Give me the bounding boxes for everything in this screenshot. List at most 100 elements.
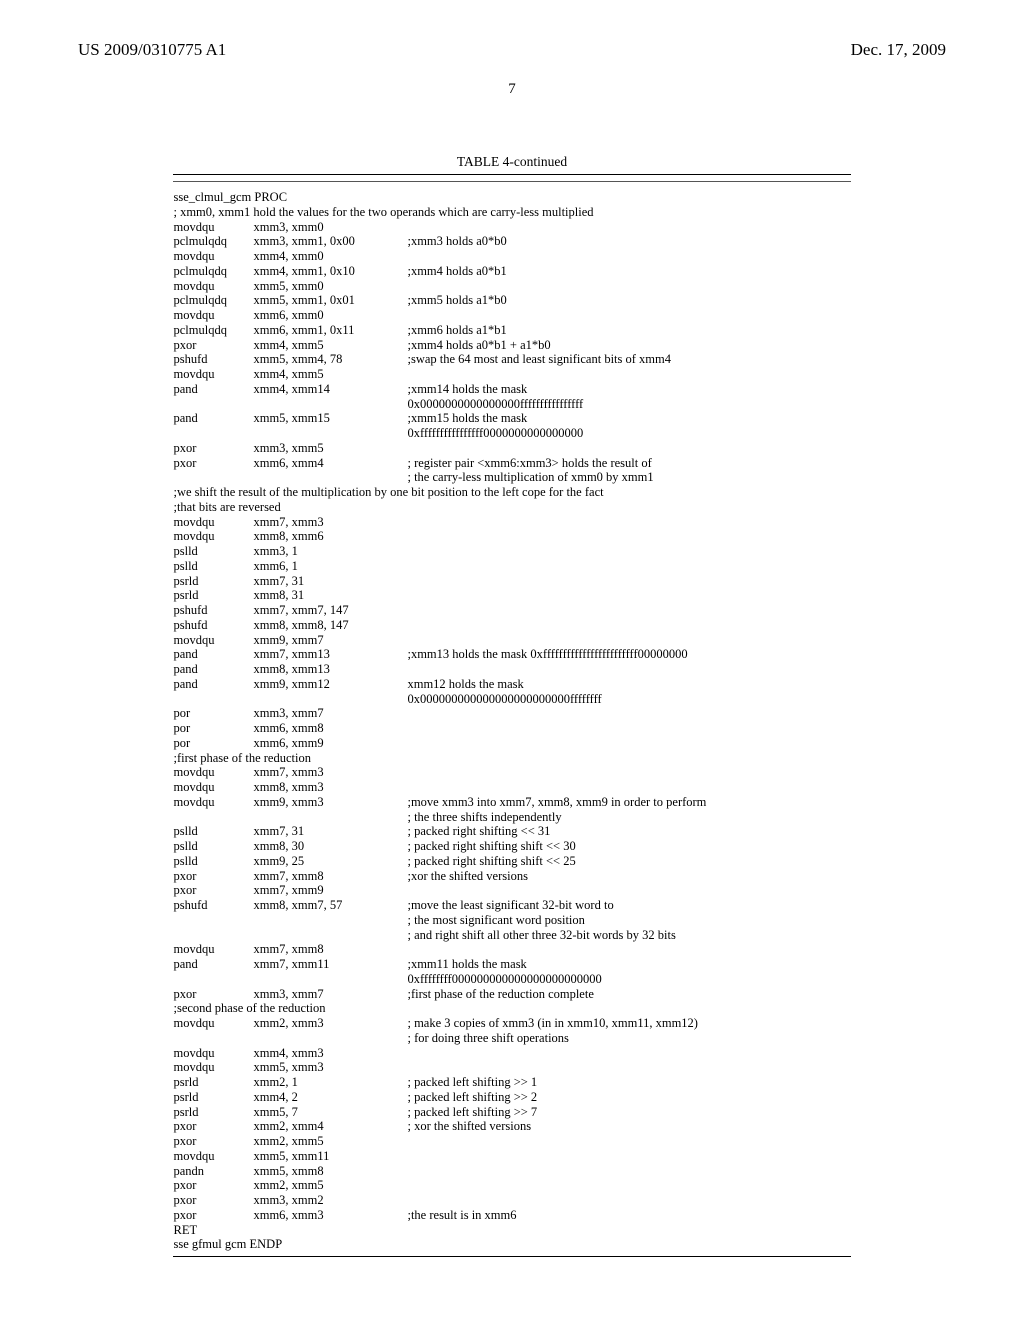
code-row: 0x000000000000000000000000ffffffff: [173, 692, 850, 707]
code-comment: xmm12 holds the mask: [407, 677, 850, 692]
code-row: movdquxmm6, xmm0: [173, 308, 850, 323]
code-row: movdquxmm5, xmm3: [173, 1060, 850, 1075]
code-comment: [407, 1193, 850, 1208]
code-operands: xmm3, xmm0: [253, 220, 407, 235]
code-comment: ; the carry-less multiplication of xmm0 …: [407, 470, 850, 485]
code-row: ;that bits are reversed: [173, 500, 850, 515]
code-comment: ; packed right shifting shift << 30: [407, 839, 850, 854]
code-row: psrldxmm7, 31: [173, 574, 850, 589]
code-comment: [407, 308, 850, 323]
code-row: pxorxmm6, xmm3;the result is in xmm6: [173, 1208, 850, 1223]
code-fullline: ;second phase of the reduction: [173, 1001, 850, 1016]
code-instruction: [173, 810, 253, 825]
code-comment: [407, 1178, 850, 1193]
code-instruction: movdqu: [173, 279, 253, 294]
code-row: pslldxmm8, 30; packed right shifting shi…: [173, 839, 850, 854]
code-operands: xmm2, 1: [253, 1075, 407, 1090]
code-comment: ;the result is in xmm6: [407, 1208, 850, 1223]
code-comment: 0x000000000000000000000000ffffffff: [407, 692, 850, 707]
code-row: pxorxmm3, xmm7;first phase of the reduct…: [173, 987, 850, 1002]
code-instruction: psrld: [173, 574, 253, 589]
code-operands: xmm7, 31: [253, 824, 407, 839]
code-comment: ; packed left shifting >> 1: [407, 1075, 850, 1090]
code-instruction: pxor: [173, 987, 253, 1002]
code-row: 0xffffffff000000000000000000000000: [173, 972, 850, 987]
code-instruction: movdqu: [173, 1016, 253, 1031]
code-operands: xmm7, xmm13: [253, 647, 407, 662]
code-operands: xmm6, xmm9: [253, 736, 407, 751]
code-instruction: movdqu: [173, 220, 253, 235]
code-operands: xmm4, 2: [253, 1090, 407, 1105]
code-instruction: pand: [173, 647, 253, 662]
code-instruction: movdqu: [173, 1060, 253, 1075]
code-comment: ; register pair <xmm6:xmm3> holds the re…: [407, 456, 850, 471]
code-instruction: psrld: [173, 1090, 253, 1105]
code-row: movdquxmm7, xmm8: [173, 942, 850, 957]
code-row: movdquxmm5, xmm11: [173, 1149, 850, 1164]
code-comment: ;xmm14 holds the mask: [407, 382, 850, 397]
code-row: ;first phase of the reduction: [173, 751, 850, 766]
code-row: pshufdxmm8, xmm7, 57;move the least sign…: [173, 898, 850, 913]
code-operands: [253, 928, 407, 943]
code-row: pandxmm9, xmm12xmm12 holds the mask: [173, 677, 850, 692]
code-operands: xmm7, xmm11: [253, 957, 407, 972]
code-comment: ; packed left shifting >> 7: [407, 1105, 850, 1120]
code-instruction: pshufd: [173, 618, 253, 633]
code-comment: ;first phase of the reduction complete: [407, 987, 850, 1002]
code-operands: xmm7, xmm3: [253, 765, 407, 780]
code-comment: [407, 249, 850, 264]
code-operands: xmm5, xmm8: [253, 1164, 407, 1179]
code-comment: ;xmm4 holds a0*b1: [407, 264, 850, 279]
code-row: pxorxmm3, xmm5: [173, 441, 850, 456]
code-operands: xmm3, xmm1, 0x00: [253, 234, 407, 249]
code-row: movdquxmm3, xmm0: [173, 220, 850, 235]
code-comment: ; xor the shifted versions: [407, 1119, 850, 1134]
code-row: sse gfmul gcm ENDP: [173, 1237, 850, 1252]
code-instruction: pshufd: [173, 603, 253, 618]
sub-rule: [173, 181, 850, 182]
code-comment: [407, 441, 850, 456]
code-instruction: pxor: [173, 338, 253, 353]
code-instruction: [173, 913, 253, 928]
code-instruction: pshufd: [173, 898, 253, 913]
code-fullline: sse_clmul_gcm PROC: [173, 190, 850, 205]
code-comment: [407, 1223, 850, 1238]
code-operands: xmm8, xmm3: [253, 780, 407, 795]
code-row: movdquxmm2, xmm3; make 3 copies of xmm3 …: [173, 1016, 850, 1031]
code-instruction: pand: [173, 677, 253, 692]
code-comment: ;xmm4 holds a0*b1 + a1*b0: [407, 338, 850, 353]
code-instruction: pslld: [173, 839, 253, 854]
code-row: movdquxmm7, xmm3: [173, 765, 850, 780]
code-row: psrldxmm2, 1; packed left shifting >> 1: [173, 1075, 850, 1090]
code-comment: [407, 780, 850, 795]
code-instruction: pclmulqdq: [173, 264, 253, 279]
code-row: pslldxmm9, 25; packed right shifting shi…: [173, 854, 850, 869]
code-operands: xmm7, xmm8: [253, 869, 407, 884]
code-operands: xmm6, xmm4: [253, 456, 407, 471]
code-comment: [407, 529, 850, 544]
code-comment: [407, 883, 850, 898]
code-comment: 0xffffffff000000000000000000000000: [407, 972, 850, 987]
code-operands: xmm8, xmm13: [253, 662, 407, 677]
code-operands: [253, 397, 407, 412]
code-instruction: movdqu: [173, 780, 253, 795]
code-comment: [407, 544, 850, 559]
code-row: movdquxmm8, xmm3: [173, 780, 850, 795]
code-row: pandnxmm5, xmm8: [173, 1164, 850, 1179]
code-row: pshufdxmm7, xmm7, 147: [173, 603, 850, 618]
code-instruction: pxor: [173, 1134, 253, 1149]
code-operands: xmm2, xmm5: [253, 1178, 407, 1193]
code-instruction: pslld: [173, 824, 253, 839]
code-instruction: pxor: [173, 869, 253, 884]
code-operands: xmm5, xmm3: [253, 1060, 407, 1075]
code-row: pxorxmm7, xmm8;xor the shifted versions: [173, 869, 850, 884]
code-comment: [407, 706, 850, 721]
code-operands: xmm5, xmm0: [253, 279, 407, 294]
code-instruction: [173, 397, 253, 412]
code-operands: xmm9, xmm7: [253, 633, 407, 648]
code-row: RET: [173, 1223, 850, 1238]
code-instruction: pxor: [173, 1119, 253, 1134]
code-operands: [253, 470, 407, 485]
code-instruction: movdqu: [173, 308, 253, 323]
code-operands: xmm5, xmm11: [253, 1149, 407, 1164]
